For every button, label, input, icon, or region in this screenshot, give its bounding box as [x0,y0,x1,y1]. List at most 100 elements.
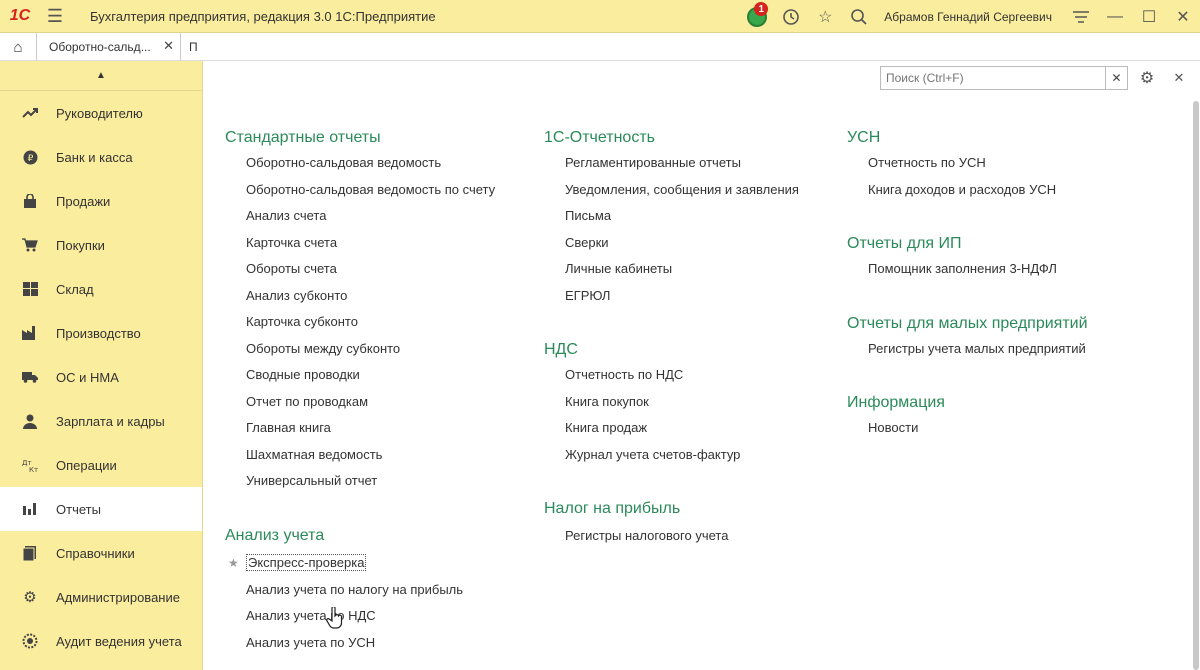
tab-oborotno-saldovaya[interactable]: Оборотно-сальд... ✕ [37,33,181,61]
sidebar-item-otchety[interactable]: Отчеты [0,487,202,531]
tab-close-icon[interactable]: ✕ [163,38,174,54]
trend-icon [22,105,38,121]
column-3: УСН Отчетность по УСН Книга доходов и ра… [847,127,1056,203]
tab-bar: ⌂ Оборотно-сальд... ✕ П [0,33,1200,61]
report-link[interactable]: Книга продаж [544,415,740,442]
report-link[interactable]: Книга доходов и расходов УСН [847,177,1056,204]
sidebar-item-label: Банк и касса [56,149,133,165]
report-link[interactable]: Регламентированные отчеты [544,150,799,177]
settings-lines-icon[interactable] [1064,0,1098,33]
report-link[interactable]: Карточка субконто [225,309,495,336]
sidebar-scroll-up-icon[interactable]: ▲ [0,61,202,91]
sidebar-item-spravochniki[interactable]: Справочники [0,531,202,575]
column-3-small-business: Отчеты для малых предприятий Регистры уч… [847,313,1088,363]
sidebar-item-label: Зарплата и кадры [56,413,165,429]
report-link[interactable]: Письма [544,203,799,230]
report-link[interactable]: Обороты счета [225,256,495,283]
report-link[interactable]: ЕГРЮЛ [544,283,799,310]
home-icon[interactable]: ⌂ [0,33,37,61]
report-link[interactable]: Универсальный отчет [225,468,495,495]
search-input[interactable] [881,67,1106,89]
hamburger-icon[interactable]: ☰ [40,0,70,33]
dt-kt-icon: Дт Кт [22,457,38,473]
audit-icon [22,633,38,649]
report-link[interactable]: Книга покупок [544,389,740,416]
titlebar-actions: 1 ☆ Абрамов Геннадий Сергеевич — ☐ ✕ [740,0,1200,33]
sidebar-item-bank[interactable]: ₽ Банк и касса [0,135,202,179]
history-icon[interactable] [774,0,808,33]
report-link[interactable]: Отчет по проводкам [225,389,495,416]
favorite-star-icon[interactable]: ★ [228,550,239,577]
sidebar-item-pokupki[interactable]: Покупки [0,223,202,267]
sidebar-item-proizvodstvo[interactable]: Производство [0,311,202,355]
report-link[interactable]: Регистры учета малых предприятий [847,336,1088,363]
section-title: Отчеты для малых предприятий [847,315,1088,332]
sidebar-item-sklad[interactable]: Склад [0,267,202,311]
search-icon[interactable] [842,0,876,33]
column-2-profit-tax: Налог на прибыль Регистры налогового уче… [544,498,728,550]
search-clear-icon[interactable]: ✕ [1105,67,1127,89]
report-link[interactable]: Уведомления, сообщения и заявления [544,177,799,204]
section-title: Анализ учета [225,527,325,544]
report-link[interactable]: Шахматная ведомость [225,442,495,469]
report-link[interactable]: Обороты между субконто [225,336,495,363]
report-link[interactable]: Помощник заполнения 3-НДФЛ [847,256,1057,283]
maximize-icon[interactable]: ☐ [1132,0,1166,33]
report-link[interactable]: Отчетность по УСН [847,150,1056,177]
sidebar-item-os-nma[interactable]: ОС и НМА [0,355,202,399]
user-name[interactable]: Абрамов Геннадий Сергеевич [884,10,1052,24]
report-link[interactable]: Оборотно-сальдовая ведомость по счету [225,177,495,204]
tab-label: Оборотно-сальд... [49,40,151,54]
sidebar-item-label: Аудит ведения учета [56,633,182,649]
sidebar-item-label: Отчеты [56,501,101,517]
minimize-icon[interactable]: — [1098,0,1132,33]
column-2-nds: НДС Отчетность по НДС Книга покупок Книг… [544,339,740,468]
bag-icon [22,193,38,209]
report-link[interactable]: Журнал учета счетов-фактур [544,442,740,469]
report-link[interactable]: Анализ счета [225,203,495,230]
report-link[interactable]: Анализ учета по НДС [225,603,463,630]
title-bar: 1С ☰ Бухгалтерия предприятия, редакция 3… [0,0,1200,33]
section-title: НДС [544,341,578,358]
sidebar-item-label: Администрирование [56,589,180,605]
panel-close-icon[interactable]: ✕ [1169,66,1189,90]
sidebar-item-audit[interactable]: Аудит ведения учета [0,619,202,663]
section-title: Налог на прибыль [544,500,681,517]
sidebar-item-rukovoditelyu[interactable]: Руководителю [0,91,202,135]
sidebar-item-label: Склад [56,281,94,297]
scrollbar-thumb[interactable] [1193,101,1199,670]
sidebar-item-prodazhi[interactable]: Продажи [0,179,202,223]
app-title: Бухгалтерия предприятия, редакция 3.0 1С… [90,8,436,24]
report-link[interactable]: Анализ субконто [225,283,495,310]
report-link[interactable]: Анализ учета по УСН [225,630,463,657]
report-link[interactable]: Новости [847,415,945,442]
bar-chart-icon [22,501,38,517]
tab-next[interactable]: П [181,33,201,61]
1c-logo[interactable]: 1С [0,0,40,33]
report-link[interactable]: Сводные проводки [225,362,495,389]
report-link[interactable]: Оборотно-сальдовая ведомость [225,150,495,177]
report-link[interactable]: Сверки [544,230,799,257]
report-link[interactable]: Регистры налогового учета [544,523,728,550]
sidebar-item-label: Операции [56,457,117,473]
sidebar-item-administrirovanie[interactable]: ⚙ Администрирование [0,575,202,619]
favorites-star-icon[interactable]: ☆ [808,0,842,33]
close-icon[interactable]: ✕ [1166,0,1200,33]
report-link-express-check[interactable]: ★ Экспресс-проверка [225,550,463,577]
report-link[interactable]: Личные кабинеты [544,256,799,283]
panel-settings-icon[interactable]: ⚙ [1137,66,1157,90]
report-link[interactable]: Карточка счета [225,230,495,257]
hand-cursor-icon [326,607,343,629]
sidebar-item-label: Покупки [56,237,105,253]
scrollbar[interactable] [1193,93,1200,670]
sidebar-item-operacii[interactable]: Дт Кт Операции [0,443,202,487]
report-link[interactable]: Отчетность по НДС [544,362,740,389]
report-link[interactable]: Главная книга [225,415,495,442]
reports-panel: ✕ ⚙ ✕ Стандартные отчеты Оборотно-сальдо… [203,61,1200,670]
search-box: ✕ [880,66,1128,90]
notifications-button[interactable]: 1 [740,0,774,33]
sidebar-item-label: ОС и НМА [56,369,119,385]
report-link[interactable]: Анализ учета по налогу на прибыль [225,577,463,604]
sidebar-item-zarplata[interactable]: Зарплата и кадры [0,399,202,443]
sidebar-item-label: Производство [56,325,141,341]
